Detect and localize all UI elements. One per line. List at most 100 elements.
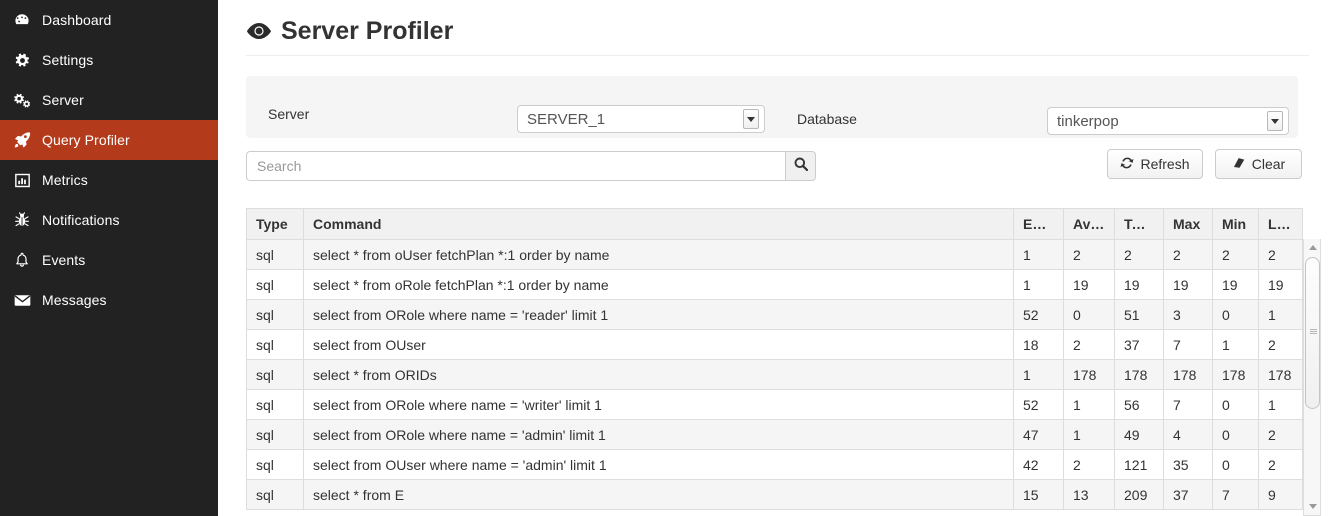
table-row[interactable]: sql select from ORole where name = 'reade… <box>246 299 1303 330</box>
cell-min: 19 <box>1212 269 1259 300</box>
clear-button[interactable]: Clear <box>1215 149 1302 180</box>
cell-min: 0 <box>1212 449 1259 480</box>
column-header[interactable]: Max <box>1163 208 1213 240</box>
cell-command: select from ORole where name = 'writer' … <box>303 389 1014 420</box>
sidebar-item-query-profiler[interactable]: Query Profiler <box>0 120 218 160</box>
sidebar-item-messages[interactable]: Messages <box>0 280 218 320</box>
table-row[interactable]: sql select * from ORIDs 1 178 178 178 178 178 <box>246 359 1303 390</box>
cell-type: sql <box>246 299 304 330</box>
sidebar-item-label: Notifications <box>42 212 120 228</box>
cell-max: 7 <box>1163 329 1213 360</box>
cell-max: 3 <box>1163 299 1213 330</box>
sidebar-item-events[interactable]: Events <box>0 240 218 280</box>
column-header[interactable]: Total <box>1114 208 1164 240</box>
cell-min: 2 <box>1212 239 1259 270</box>
table-row[interactable]: sql select * from oUser fetchPlan *:1 ord… <box>246 239 1303 270</box>
profiler-table: Type Command Exe... Ave... Total Max Min Last s… <box>246 208 1303 510</box>
sidebar-item-dashboard[interactable]: Dashboard <box>0 0 218 40</box>
cell-min: 0 <box>1212 389 1259 420</box>
cell-total: 121 <box>1114 449 1164 480</box>
cell-last: 9 <box>1258 479 1303 510</box>
sidebar: Dashboard Settings Server Query Profiler Met… <box>0 0 218 516</box>
cell-total: 209 <box>1114 479 1164 510</box>
sidebar-item-label: Dashboard <box>42 12 112 28</box>
table-body: sql select * from oUser fetchPlan *:1 ord… <box>246 239 1303 510</box>
table-header-row: Type Command Exe... Ave... Total Max Min Last <box>246 208 1303 240</box>
page-title-row: Server Profiler <box>246 18 1309 57</box>
sidebar-item-server[interactable]: Server <box>0 80 218 120</box>
cell-min: 0 <box>1212 299 1259 330</box>
search-input[interactable] <box>246 151 785 182</box>
scroll-up-arrow-icon[interactable] <box>1305 240 1320 255</box>
envelope-icon <box>8 294 36 307</box>
server-select[interactable]: SERVER_1 <box>517 105 765 134</box>
column-header[interactable]: Command <box>303 208 1014 240</box>
bar-chart-icon <box>8 173 36 188</box>
cell-last: 1 <box>1258 389 1303 420</box>
search-group <box>246 151 816 182</box>
rocket-icon <box>8 132 36 148</box>
cell-exe: 47 <box>1013 419 1064 450</box>
cell-total: 49 <box>1114 419 1164 450</box>
cogs-icon <box>8 93 36 108</box>
cell-last: 2 <box>1258 239 1303 270</box>
cell-type: sql <box>246 449 304 480</box>
search-button[interactable] <box>785 151 816 182</box>
cell-type: sql <box>246 329 304 360</box>
cell-type: sql <box>246 389 304 420</box>
bell-icon <box>8 252 36 268</box>
column-header[interactable]: Ave... <box>1063 208 1115 240</box>
cell-exe: 1 <box>1013 269 1064 300</box>
sidebar-item-label: Messages <box>42 292 107 308</box>
table-row[interactable]: sql select * from oRole fetchPlan *:1 ord… <box>246 269 1303 300</box>
sidebar-item-label: Query Profiler <box>42 132 130 148</box>
cell-exe: 18 <box>1013 329 1064 360</box>
cell-exe: 52 <box>1013 389 1064 420</box>
clear-label: Clear <box>1251 156 1286 173</box>
gear-icon <box>8 53 36 68</box>
table-header: Type Command Exe... Ave... Total Max Min Last <box>246 208 1303 240</box>
sidebar-item-label: Events <box>42 252 86 268</box>
cell-max: 35 <box>1163 449 1213 480</box>
cell-min: 1 <box>1212 329 1259 360</box>
database-select-value: tinkerpop <box>1057 112 1119 130</box>
table-row[interactable]: sql select * from E 15 13 209 37 7 9 <box>246 479 1303 510</box>
cell-exe: 1 <box>1013 239 1064 270</box>
table-row[interactable]: sql select from OUser where name = 'admin… <box>246 449 1303 480</box>
cell-ave: 2 <box>1063 239 1115 270</box>
cell-command: select from OUser where name = 'admin' l… <box>303 449 1014 480</box>
search-icon <box>794 157 808 176</box>
cell-total: 19 <box>1114 269 1164 300</box>
cell-exe: 1 <box>1013 359 1064 390</box>
table-scrollbar[interactable] <box>1303 239 1321 516</box>
scroll-down-arrow-icon[interactable] <box>1305 499 1320 514</box>
column-header[interactable]: Exe... <box>1013 208 1064 240</box>
database-label: Database <box>797 111 857 128</box>
refresh-button[interactable]: Refresh <box>1107 149 1203 180</box>
database-select[interactable]: tinkerpop <box>1047 107 1289 136</box>
cell-max: 7 <box>1163 389 1213 420</box>
column-header[interactable]: Last <box>1258 208 1303 240</box>
scrollbar-thumb[interactable] <box>1305 257 1320 409</box>
bug-icon <box>8 212 36 228</box>
cell-command: select * from E <box>303 479 1014 510</box>
toolbar: Refresh Clear <box>246 149 1302 183</box>
cell-last: 2 <box>1258 449 1303 480</box>
profiler-table-wrapper: Type Command Exe... Ave... Total Max Min Last s… <box>246 208 1321 516</box>
refresh-label: Refresh <box>1140 156 1190 173</box>
cell-last: 19 <box>1258 269 1303 300</box>
column-header[interactable]: Min <box>1212 208 1259 240</box>
cell-total: 51 <box>1114 299 1164 330</box>
cell-exe: 15 <box>1013 479 1064 510</box>
cell-total: 37 <box>1114 329 1164 360</box>
dashboard-icon <box>8 12 36 28</box>
sidebar-item-metrics[interactable]: Metrics <box>0 160 218 200</box>
sidebar-item-notifications[interactable]: Notifications <box>0 200 218 240</box>
table-row[interactable]: sql select from OUser 18 2 37 7 1 2 <box>246 329 1303 360</box>
column-header[interactable]: Type <box>246 208 304 240</box>
sidebar-item-label: Settings <box>42 52 94 68</box>
sidebar-item-label: Metrics <box>42 172 88 188</box>
table-row[interactable]: sql select from ORole where name = 'admin… <box>246 419 1303 450</box>
table-row[interactable]: sql select from ORole where name = 'write… <box>246 389 1303 420</box>
sidebar-item-settings[interactable]: Settings <box>0 40 218 80</box>
